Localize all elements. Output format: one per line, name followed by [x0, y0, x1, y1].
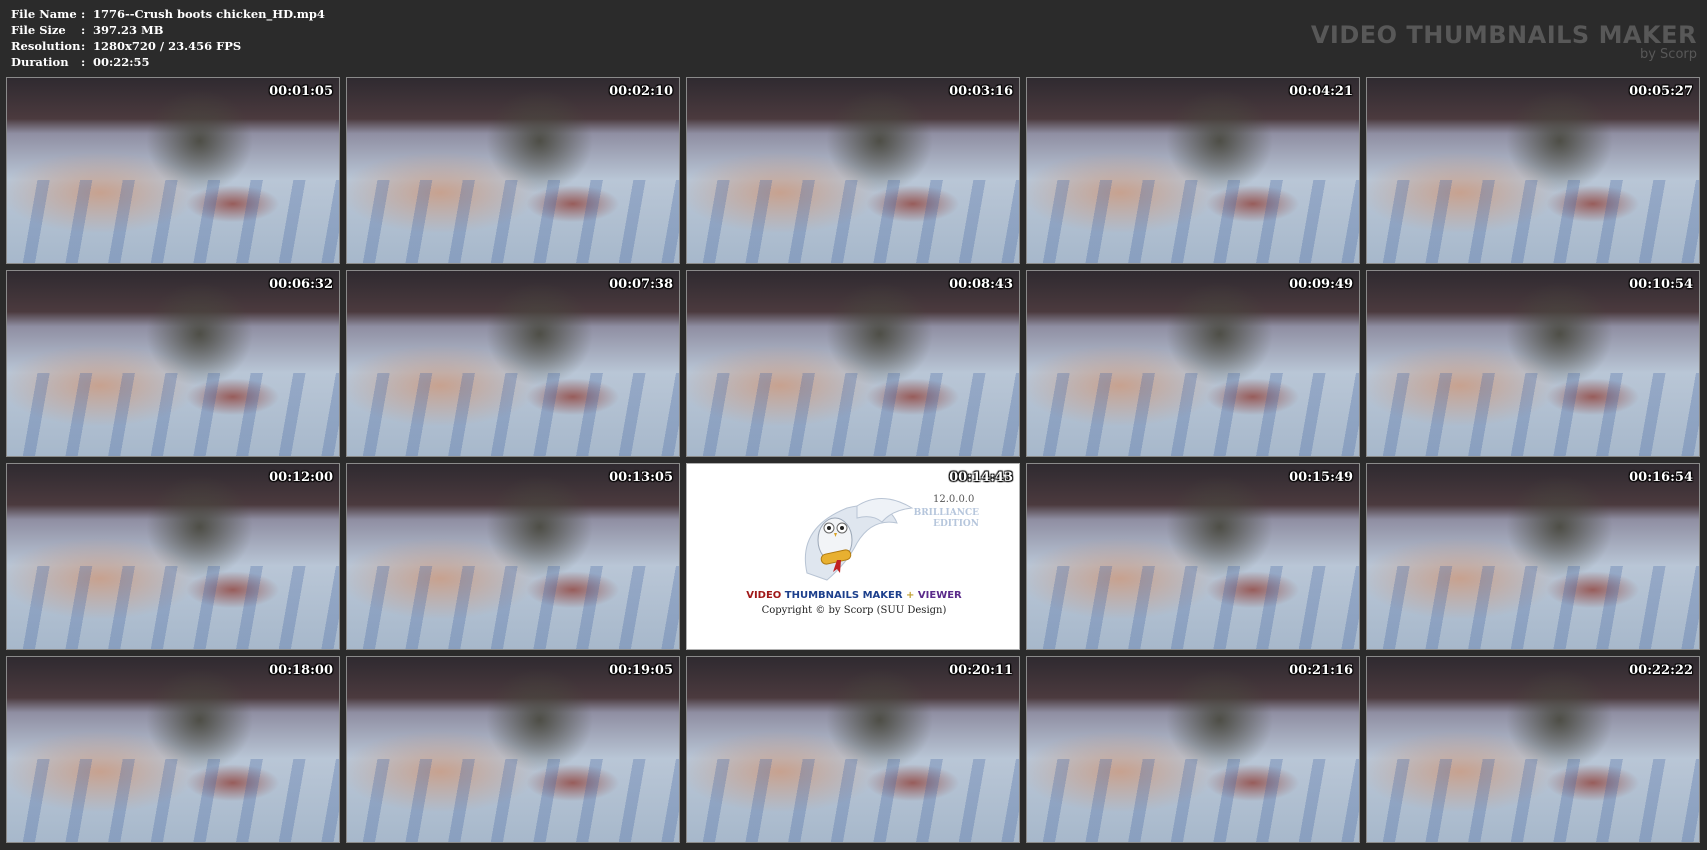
- timestamp: 00:08:43: [949, 277, 1013, 292]
- timestamp: 00:21:16: [1289, 663, 1353, 678]
- thumbnail[interactable]: 00:16:54: [1366, 463, 1700, 650]
- timestamp: 00:01:05: [269, 84, 333, 99]
- timestamp: 00:12:00: [269, 470, 333, 485]
- timestamp: 00:07:38: [609, 277, 673, 292]
- thumbnail[interactable]: 00:03:16: [686, 77, 1020, 264]
- thumbnail[interactable]: 00:21:16: [1026, 656, 1360, 843]
- thumbnail[interactable]: 00:02:10: [346, 77, 680, 264]
- info-label: File Size: [11, 23, 66, 37]
- info-value: 397.23 MB: [93, 23, 164, 37]
- thumbnail[interactable]: 00:20:11: [686, 656, 1020, 843]
- info-label: File Name: [11, 7, 77, 21]
- splash-version: 12.0.0.0: [933, 494, 975, 505]
- brand-title: VIDEO THUMBNAILS MAKER: [1310, 21, 1697, 49]
- timestamp: 00:02:10: [609, 84, 673, 99]
- splash-thumbnail[interactable]: 00:14:43 12.0.0.0 BRILLIANCE EDITION VID…: [686, 463, 1020, 650]
- thumbnail[interactable]: 00:15:49: [1026, 463, 1360, 650]
- timestamp: 00:18:00: [269, 663, 333, 678]
- thumbnail[interactable]: 00:08:43: [686, 270, 1020, 457]
- timestamp: 00:14:43: [949, 470, 1013, 485]
- timestamp: 00:20:11: [949, 663, 1013, 678]
- owl-logo-icon: [804, 498, 914, 581]
- timestamp: 00:03:16: [949, 84, 1013, 99]
- info-separator: :: [81, 55, 86, 69]
- info-separator: :: [81, 7, 86, 21]
- thumbnail[interactable]: 00:07:38: [346, 270, 680, 457]
- info-value: 1776--Crush boots chicken_HD.mp4: [93, 7, 325, 21]
- brand-watermark: VIDEO THUMBNAILS MAKER by Scorp: [1311, 22, 1697, 62]
- thumbnail[interactable]: 00:22:22: [1366, 656, 1700, 843]
- timestamp: 00:04:21: [1289, 84, 1353, 99]
- thumbnail[interactable]: 00:18:00: [6, 656, 340, 843]
- timestamp: 00:16:54: [1629, 470, 1693, 485]
- info-row-file-size: File Size : 397.23 MB: [11, 22, 325, 38]
- file-info: File Name : 1776--Crush boots chicken_HD…: [11, 6, 325, 70]
- timestamp: 00:05:27: [1629, 84, 1693, 99]
- header: File Name : 1776--Crush boots chicken_HD…: [0, 0, 1707, 76]
- splash-copyright: Copyright © by Scorp (SUU Design): [761, 605, 947, 616]
- name-part: VIEWER: [917, 590, 962, 601]
- edition-line: BRILLIANCE: [913, 508, 979, 518]
- timestamp: 00:10:54: [1629, 277, 1693, 292]
- thumbnail[interactable]: 00:01:05: [6, 77, 340, 264]
- info-separator: :: [81, 23, 86, 37]
- name-part: +: [906, 590, 915, 601]
- info-row-file-name: File Name : 1776--Crush boots chicken_HD…: [11, 6, 325, 22]
- timestamp: 00:15:49: [1289, 470, 1353, 485]
- thumbnail[interactable]: 00:05:27: [1366, 77, 1700, 264]
- thumbnail[interactable]: 00:04:21: [1026, 77, 1360, 264]
- info-value: 00:22:55: [93, 55, 150, 69]
- info-label: Resolution: [11, 39, 81, 53]
- brand-subtitle: by Scorp: [1639, 47, 1697, 62]
- splash-product-name: VIDEO THUMBNAILS MAKER + VIEWER: [687, 590, 1019, 601]
- thumbnail[interactable]: 00:12:00: [6, 463, 340, 650]
- splash-edition: BRILLIANCE EDITION: [907, 508, 979, 530]
- info-value: 1280x720 / 23.456 FPS: [93, 39, 242, 53]
- timestamp: 00:22:22: [1629, 663, 1693, 678]
- info-label: Duration: [11, 55, 69, 69]
- thumbnail[interactable]: 00:09:49: [1026, 270, 1360, 457]
- info-row-resolution: Resolution : 1280x720 / 23.456 FPS: [11, 38, 325, 54]
- thumbnail[interactable]: 00:10:54: [1366, 270, 1700, 457]
- timestamp: 00:06:32: [269, 277, 333, 292]
- thumbnail-grid: 00:01:05 00:02:10 00:03:16 00:04:21 00:0…: [6, 77, 1700, 843]
- info-row-duration: Duration : 00:22:55: [11, 54, 325, 70]
- name-part: VIDEO: [746, 590, 782, 601]
- edition-line: EDITION: [933, 519, 979, 529]
- name-part: THUMBNAILS MAKER: [784, 590, 903, 601]
- timestamp: 00:19:05: [609, 663, 673, 678]
- timestamp: 00:09:49: [1289, 277, 1353, 292]
- info-separator: :: [81, 39, 86, 53]
- thumbnail[interactable]: 00:06:32: [6, 270, 340, 457]
- thumbnail[interactable]: 00:19:05: [346, 656, 680, 843]
- timestamp: 00:13:05: [609, 470, 673, 485]
- thumbnail[interactable]: 00:13:05: [346, 463, 680, 650]
